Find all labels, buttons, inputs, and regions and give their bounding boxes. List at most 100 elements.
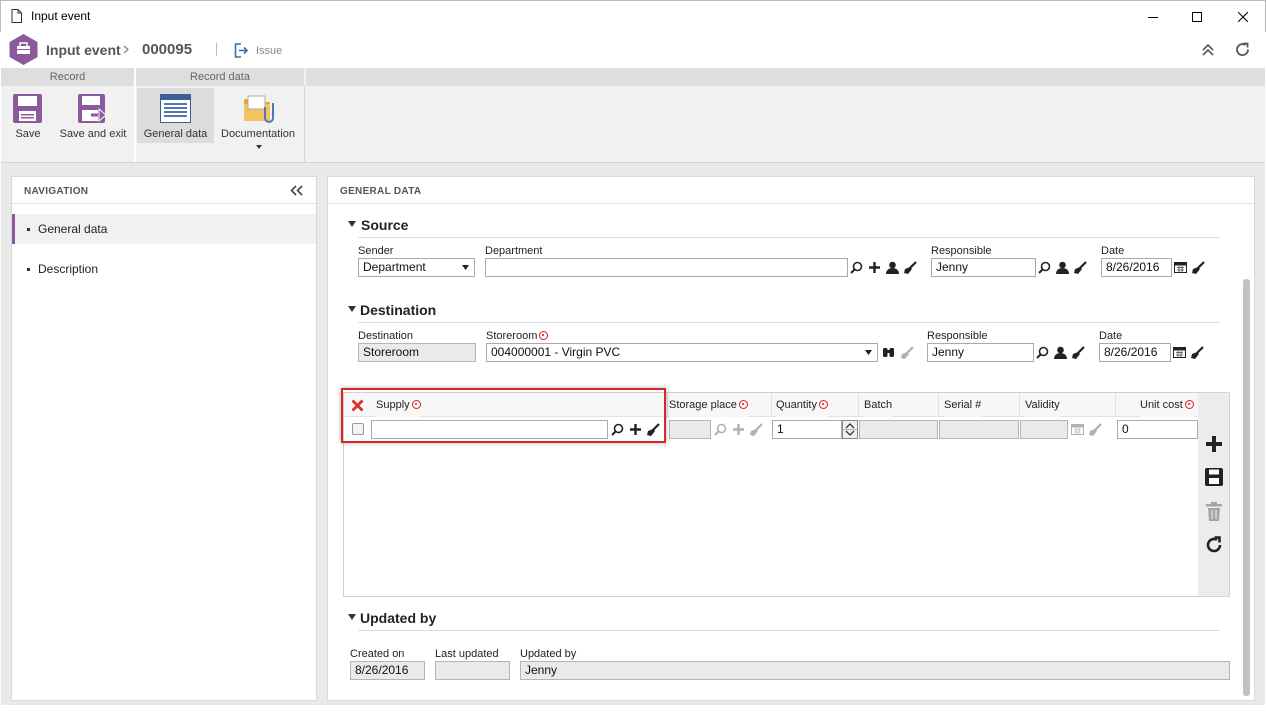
nav-item-general-data[interactable]: General data bbox=[12, 214, 316, 244]
source-responsible-field[interactable]: Jenny bbox=[931, 258, 1036, 277]
search-icon[interactable] bbox=[848, 258, 865, 276]
section-divider bbox=[358, 630, 1220, 631]
user-icon[interactable] bbox=[884, 258, 901, 276]
updated-by-label: Updated by bbox=[520, 648, 577, 660]
search-icon[interactable] bbox=[1036, 258, 1053, 276]
column-separator bbox=[771, 393, 772, 417]
minimize-button[interactable] bbox=[1130, 1, 1176, 32]
unit-cost-input[interactable]: 0 bbox=[1117, 420, 1198, 439]
storeroom-label: Storeroom bbox=[486, 330, 549, 342]
save-button[interactable]: Save bbox=[7, 88, 49, 142]
destination-section-title[interactable]: Destination bbox=[360, 302, 436, 318]
highlight-box bbox=[341, 388, 666, 443]
created-on-field: 8/26/2016 bbox=[350, 661, 425, 680]
issue-label[interactable]: Issue bbox=[256, 45, 282, 57]
last-updated-field bbox=[435, 661, 510, 680]
department-label: Department bbox=[485, 245, 543, 257]
clear-brush-icon[interactable] bbox=[1072, 258, 1089, 276]
refresh-icon[interactable] bbox=[1234, 41, 1251, 58]
calendar-icon bbox=[1069, 420, 1086, 438]
source-section-title[interactable]: Source bbox=[361, 217, 408, 233]
clear-brush-icon[interactable] bbox=[1190, 258, 1207, 276]
source-date-label: Date bbox=[1101, 245, 1125, 257]
required-icon bbox=[818, 400, 828, 409]
updated-by-section-title[interactable]: Updated by bbox=[360, 610, 436, 626]
save-and-exit-label: Save and exit bbox=[59, 128, 127, 140]
storeroom-value: 004000001 - Virgin PVC bbox=[491, 345, 621, 359]
sender-select[interactable]: Department bbox=[358, 258, 475, 277]
clear-brush-icon[interactable] bbox=[1070, 343, 1087, 361]
grid-toolbar bbox=[1198, 392, 1230, 597]
column-header-unit-cost[interactable]: Unit cost bbox=[1140, 393, 1194, 417]
navigation-panel: NAVIGATION General data Description bbox=[11, 176, 317, 701]
column-separator bbox=[1115, 393, 1116, 417]
plus-icon[interactable] bbox=[866, 258, 883, 276]
clear-brush-icon[interactable] bbox=[1189, 343, 1206, 361]
ribbon: Record Record data Save Save and exit Ge… bbox=[1, 68, 1265, 163]
bullet bbox=[27, 228, 30, 231]
record-id: 000095 bbox=[142, 41, 193, 58]
issue-icon[interactable] bbox=[234, 43, 249, 58]
plus-icon bbox=[730, 420, 747, 438]
section-divider bbox=[358, 322, 1220, 323]
source-date-field[interactable]: 8/26/2016 bbox=[1101, 258, 1172, 277]
save-exit-icon bbox=[77, 93, 110, 124]
required-icon bbox=[1184, 400, 1194, 409]
documentation-button[interactable]: Documentation bbox=[217, 88, 299, 158]
ribbon-separator bbox=[304, 86, 305, 162]
clear-brush-icon[interactable] bbox=[902, 258, 919, 276]
divider bbox=[12, 203, 316, 204]
calendar-icon[interactable] bbox=[1172, 258, 1189, 276]
required-icon bbox=[539, 331, 549, 340]
general-data-label: General data bbox=[143, 128, 208, 140]
document-icon bbox=[11, 9, 22, 23]
navigation-title: NAVIGATION bbox=[24, 186, 89, 197]
save-and-exit-button[interactable]: Save and exit bbox=[55, 88, 131, 142]
column-header-serial[interactable]: Serial # bbox=[944, 393, 982, 417]
column-header-batch[interactable]: Batch bbox=[864, 393, 893, 417]
bullet bbox=[27, 268, 30, 271]
column-header-quantity[interactable]: Quantity bbox=[776, 393, 828, 417]
nav-item-description[interactable]: Description bbox=[12, 254, 316, 284]
general-data-button[interactable]: General data bbox=[137, 88, 214, 143]
maximize-button[interactable] bbox=[1174, 1, 1220, 32]
app-logo-icon bbox=[8, 33, 39, 66]
search-icon[interactable] bbox=[1034, 343, 1051, 361]
close-button[interactable] bbox=[1220, 1, 1266, 32]
caret-down-icon[interactable] bbox=[348, 306, 356, 312]
ribbon-header-fill bbox=[306, 68, 1265, 86]
add-row-icon[interactable] bbox=[1205, 435, 1223, 453]
collapse-up-icon[interactable] bbox=[1202, 43, 1214, 56]
destination-responsible-field[interactable]: Jenny bbox=[927, 343, 1034, 362]
save-icon bbox=[12, 93, 43, 124]
folder-clip-icon bbox=[243, 93, 275, 125]
general-data-title: GENERAL DATA bbox=[340, 186, 422, 197]
quantity-stepper[interactable] bbox=[842, 420, 858, 439]
sender-value: Department bbox=[363, 260, 426, 274]
column-header-storage-place[interactable]: Storage place bbox=[669, 393, 748, 417]
user-icon[interactable] bbox=[1052, 343, 1069, 361]
department-field[interactable] bbox=[485, 258, 848, 277]
storeroom-select[interactable]: 004000001 - Virgin PVC bbox=[486, 343, 878, 362]
destination-date-label: Date bbox=[1099, 330, 1123, 342]
caret-down-icon[interactable] bbox=[348, 614, 356, 620]
column-header-validity[interactable]: Validity bbox=[1025, 393, 1060, 417]
sender-label: Sender bbox=[358, 245, 394, 257]
calendar-icon[interactable] bbox=[1171, 343, 1188, 361]
save-row-icon[interactable] bbox=[1205, 468, 1223, 486]
chevron-right-icon bbox=[123, 45, 129, 54]
dropdown-arrow-icon bbox=[865, 350, 872, 355]
breadcrumb-module[interactable]: Input event bbox=[46, 42, 121, 58]
form-icon bbox=[160, 94, 191, 123]
caret-down-icon[interactable] bbox=[348, 221, 356, 227]
quantity-input[interactable]: 1 bbox=[772, 420, 842, 439]
dropdown-arrow-icon bbox=[462, 265, 469, 270]
destination-date-field[interactable]: 8/26/2016 bbox=[1099, 343, 1171, 362]
clear-brush-icon bbox=[748, 420, 765, 438]
refresh-icon[interactable] bbox=[1204, 535, 1224, 555]
user-icon[interactable] bbox=[1054, 258, 1071, 276]
nav-item-label: Description bbox=[38, 262, 99, 276]
binoculars-icon[interactable] bbox=[880, 343, 897, 361]
vertical-scrollbar[interactable] bbox=[1243, 279, 1250, 696]
collapse-left-icon[interactable] bbox=[290, 185, 303, 196]
